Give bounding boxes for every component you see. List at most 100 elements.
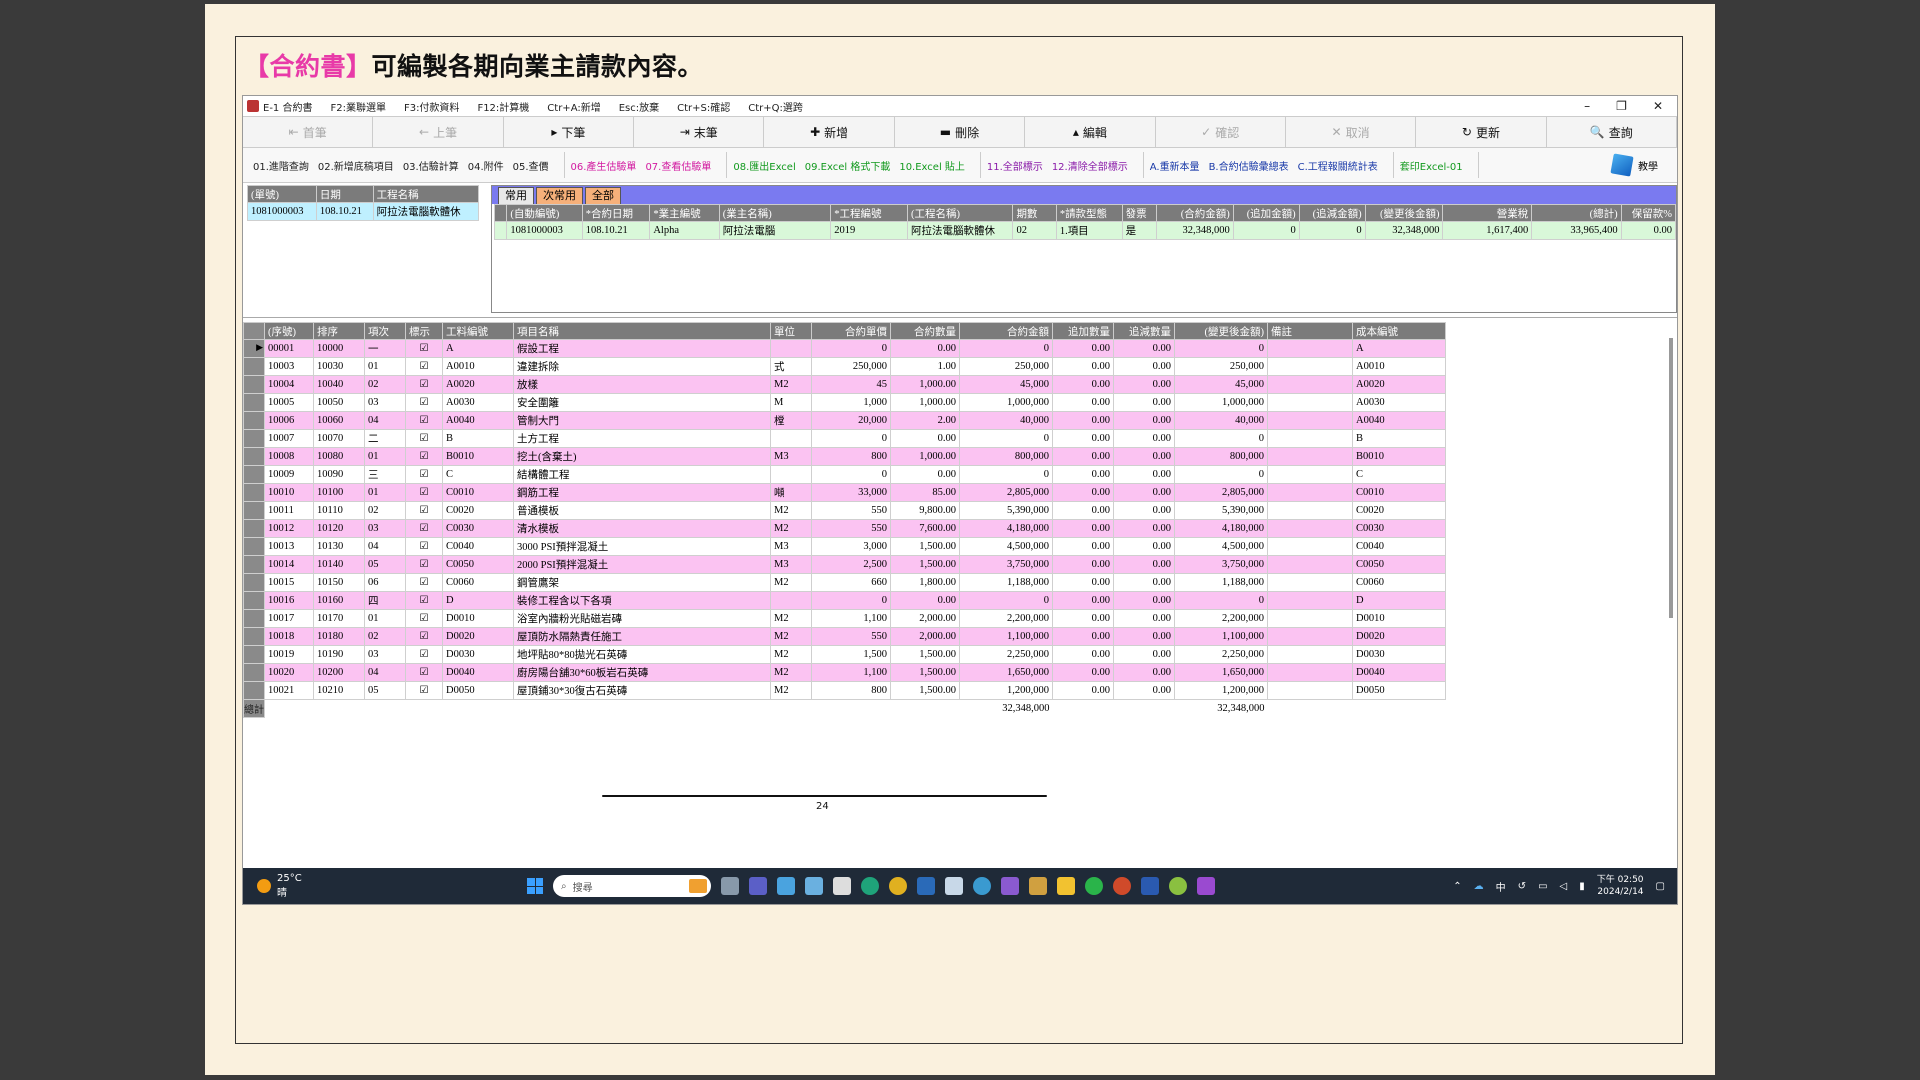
photos-icon[interactable]: [805, 877, 823, 895]
mark-checkbox[interactable]: ☑: [405, 519, 443, 538]
confirm-button[interactable]: ✓ 確認: [1156, 117, 1286, 147]
mark-checkbox[interactable]: ☑: [405, 537, 443, 556]
table-row[interactable]: 10015 10150 06 ☑ C0060 鋼管鷹架 M2 660 1,800.00 1,188…: [243, 573, 1446, 592]
maximize-icon[interactable]: ❐: [1616, 99, 1627, 113]
col-header[interactable]: 合約金額: [959, 322, 1053, 340]
customs-stats-button[interactable]: C.工程報關統計表: [1298, 158, 1378, 173]
cancel-button[interactable]: ✕ 取消: [1286, 117, 1417, 147]
tab-all[interactable]: 全部: [585, 187, 621, 204]
estimate-summary-button[interactable]: B.合約估驗彙總表: [1209, 158, 1289, 173]
edge-icon[interactable]: [861, 877, 879, 895]
col-header[interactable]: 工料編號: [442, 322, 514, 340]
row-marker[interactable]: [243, 357, 265, 376]
mark-checkbox[interactable]: ☑: [405, 483, 443, 502]
mark-checkbox[interactable]: ☑: [405, 393, 443, 412]
col-header[interactable]: *請款型態: [1055, 204, 1123, 222]
table-row[interactable]: 10005 10050 03 ☑ A0030 安全圍籬 M 1,000 1,000.00 1,00…: [243, 393, 1446, 412]
col-header[interactable]: (業主名稱): [718, 204, 832, 222]
mark-checkbox[interactable]: ☑: [405, 375, 443, 394]
row-marker[interactable]: [243, 537, 265, 556]
mark-checkbox[interactable]: ☑: [405, 663, 443, 682]
table-row[interactable]: 10010 10100 01 ☑ C0010 鋼筋工程噸 33,000 85.00 2,805,…: [243, 483, 1446, 502]
mark-checkbox[interactable]: ☑: [405, 627, 443, 646]
col-header[interactable]: 項次: [364, 322, 406, 340]
col-header[interactable]: 備註: [1267, 322, 1353, 340]
row-marker[interactable]: [243, 573, 265, 592]
table-row[interactable]: 10019 10190 03 ☑ D0030 地坪貼80*80拋光石英磚 M2 1,500 1,…: [243, 645, 1446, 664]
row-marker[interactable]: [243, 501, 265, 520]
table-row[interactable]: 10020 10200 04 ☑ D0040 廚房陽台舖30*60板岩石英磚 M2 1,100…: [243, 663, 1446, 682]
col-date[interactable]: 日期: [315, 185, 374, 203]
generate-estimate-button[interactable]: 06.產生估驗單: [571, 158, 637, 173]
col-header[interactable]: *合約日期: [581, 204, 651, 222]
mail-icon[interactable]: [945, 877, 963, 895]
teams-icon[interactable]: [749, 877, 767, 895]
col-header[interactable]: *工程編號: [830, 204, 908, 222]
ime-mode-icon[interactable]: ↺: [1518, 881, 1526, 892]
export-excel-button[interactable]: 08.匯出Excel: [733, 158, 795, 173]
chrome-icon[interactable]: [889, 877, 907, 895]
row-marker[interactable]: [243, 663, 265, 682]
add-draft-item-button[interactable]: 02.新增底稿項目: [318, 158, 394, 173]
col-project-name[interactable]: 工程名稱: [372, 185, 480, 203]
delete-button[interactable]: ▬ 刪除: [895, 117, 1026, 147]
row-marker[interactable]: [243, 375, 265, 394]
teach-button[interactable]: 教學: [1610, 153, 1677, 177]
price-check-button[interactable]: 05.查價: [513, 158, 549, 173]
line-icon[interactable]: [1085, 877, 1103, 895]
mark-checkbox[interactable]: ☑: [405, 555, 443, 574]
col-header[interactable]: (總計): [1531, 204, 1622, 222]
folder-icon[interactable]: [1057, 877, 1075, 895]
cloud-icon[interactable]: ☁: [1474, 881, 1484, 892]
mark-checkbox[interactable]: ☑: [405, 465, 443, 484]
windows-start-icon[interactable]: [527, 878, 543, 894]
col-header[interactable]: 單位: [770, 322, 812, 340]
mark-checkbox[interactable]: ☑: [405, 357, 443, 376]
table-row[interactable]: 10018 10180 02 ☑ D0020 屋頂防水隔熱責任施工 M2 550 2,000.0…: [243, 627, 1446, 646]
col-header[interactable]: 合約數量: [890, 322, 960, 340]
clock[interactable]: 下午 02:50 2024/2/14: [1597, 874, 1644, 898]
mark-checkbox[interactable]: ☑: [405, 609, 443, 628]
last-record-button[interactable]: ⇥ 末筆: [634, 117, 765, 147]
next-record-button[interactable]: ▸ 下筆: [504, 117, 635, 147]
row-marker[interactable]: [243, 429, 265, 448]
col-header[interactable]: *業主編號: [649, 204, 720, 222]
table-row[interactable]: 10014 10140 05 ☑ C0050 2000 PSI預拌混凝土 M3 2,500 1,…: [243, 555, 1446, 574]
recalc-cost-button[interactable]: A.重新本量: [1150, 158, 1200, 173]
add-button[interactable]: ✚ 新增: [764, 117, 895, 147]
table-row[interactable]: 10003 10030 01 ☑ A0010 違建拆除式 250,000 1.00 250,00…: [243, 357, 1446, 376]
list-item[interactable]: 1081000003 108.10.21 阿拉法電腦軟體休: [247, 202, 480, 221]
table-row[interactable]: 10011 10110 02 ☑ C0020 普通模板 M2 550 9,800.00 5,390…: [243, 501, 1446, 520]
network-icon[interactable]: ▭: [1538, 881, 1547, 892]
volume-icon[interactable]: ◁: [1560, 881, 1568, 892]
table-row[interactable]: ▶ 00001 10000 一 ☑ A 假設工程 0 0.00 0 0.00 0.00 0 A: [243, 339, 1446, 358]
col-header[interactable]: 項目名稱: [513, 322, 771, 340]
excel-paste-button[interactable]: 10.Excel 貼上: [899, 158, 965, 173]
row-marker[interactable]: [243, 609, 265, 628]
mark-all-button[interactable]: 11.全部標示: [987, 158, 1043, 173]
col-header[interactable]: (追減金額): [1298, 204, 1366, 222]
excel-template-button[interactable]: 09.Excel 格式下載: [805, 158, 891, 173]
col-header[interactable]: (工程名稱): [906, 204, 1014, 222]
mark-checkbox[interactable]: ☑: [405, 429, 443, 448]
col-header[interactable]: 追加數量: [1052, 322, 1114, 340]
col-header[interactable]: 營業稅: [1442, 204, 1533, 222]
attachment-button[interactable]: 04.附件: [468, 158, 504, 173]
col-header[interactable]: 保留款%: [1620, 204, 1677, 222]
notification-icon[interactable]: ▢: [1656, 881, 1665, 892]
table-row[interactable]: 10008 10080 01 ☑ B0010 挖土(含棄土) M3 800 1,000.00 80…: [243, 447, 1446, 466]
col-header[interactable]: 標示: [405, 322, 443, 340]
active-app-icon[interactable]: [1197, 877, 1215, 895]
tools-icon[interactable]: [1029, 877, 1047, 895]
mark-checkbox[interactable]: ☑: [405, 339, 443, 358]
col-header[interactable]: (變更後金額): [1174, 322, 1268, 340]
tab-common[interactable]: 常用: [498, 187, 534, 204]
col-header[interactable]: (合約金額): [1155, 204, 1234, 222]
remote-icon[interactable]: [917, 877, 935, 895]
col-header[interactable]: 成本編號: [1352, 322, 1446, 340]
row-marker[interactable]: ▶: [243, 339, 265, 358]
col-header[interactable]: 合約單價: [811, 322, 891, 340]
ime-indicator[interactable]: 中: [1496, 879, 1506, 894]
mark-checkbox[interactable]: ☑: [405, 447, 443, 466]
minimize-icon[interactable]: –: [1584, 99, 1590, 113]
